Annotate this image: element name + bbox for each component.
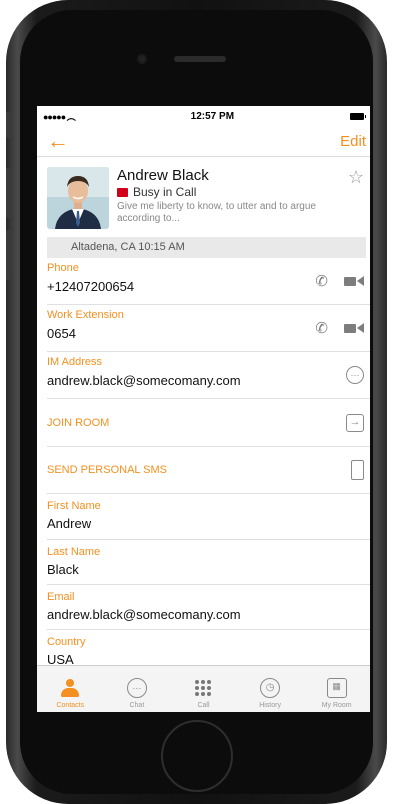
- tab-contacts[interactable]: Contacts: [37, 666, 104, 712]
- email-row[interactable]: Email andrew.black@somecomany.com: [47, 585, 370, 630]
- edit-button[interactable]: Edit: [340, 133, 366, 150]
- mute-switch: [6, 112, 12, 138]
- tab-label: Chat: [129, 702, 145, 709]
- tab-label: History: [259, 702, 281, 709]
- history-clock-icon: ◷: [260, 678, 281, 698]
- work-extension-row[interactable]: Work Extension 0654 ✆: [47, 305, 370, 352]
- last-name-value: Black: [47, 562, 79, 577]
- first-name-label: First Name: [47, 500, 101, 512]
- country-label: Country: [47, 636, 86, 648]
- first-name-row: First Name Andrew: [47, 494, 370, 540]
- tab-chat[interactable]: ··· Chat: [104, 666, 171, 712]
- phone-row[interactable]: Phone +12407200654 ✆: [47, 258, 370, 305]
- video-call-icon[interactable]: [344, 323, 364, 333]
- location-time-bar: Altadena, CA 10:15 AM: [47, 237, 366, 258]
- volume-up-button: [6, 168, 12, 218]
- email-value: andrew.black@somecomany.com: [47, 607, 241, 622]
- app-screen: ●●●●● ︵ 12:57 PM ← Edit Andrew Black Bus…: [37, 106, 370, 712]
- avatar: [47, 167, 109, 229]
- contact-name: Andrew Black: [117, 167, 209, 184]
- chat-icon: ···: [126, 678, 147, 698]
- join-room-row[interactable]: JOIN ROOM →: [47, 399, 370, 447]
- join-room-button[interactable]: JOIN ROOM: [47, 417, 109, 429]
- contact-header: Andrew Black Busy in Call Give me libert…: [37, 157, 370, 237]
- status-bar: ●●●●● ︵ 12:57 PM: [37, 106, 370, 126]
- mood-message: Give me liberty to know, to utter and to…: [117, 201, 316, 224]
- tab-my-room[interactable]: ▦ My Room: [303, 666, 370, 712]
- tab-bar: Contacts ··· Chat Call ◷ History ▦ My Ro…: [37, 665, 370, 712]
- video-call-icon[interactable]: [344, 276, 364, 286]
- im-address-value: andrew.black@somecomany.com: [47, 373, 241, 388]
- contacts-icon: [60, 678, 80, 698]
- chat-bubble-icon[interactable]: ···: [346, 366, 364, 384]
- im-address-label: IM Address: [47, 356, 103, 368]
- battery-icon: [350, 112, 366, 120]
- busy-status-icon: [117, 187, 128, 197]
- last-name-label: Last Name: [47, 546, 101, 558]
- status-time: 12:57 PM: [190, 110, 235, 122]
- last-name-row: Last Name Black: [47, 540, 370, 585]
- front-camera: [137, 54, 147, 64]
- tab-label: My Room: [321, 702, 352, 709]
- phone-call-icon[interactable]: ✆: [315, 319, 328, 337]
- sms-device-icon[interactable]: [351, 460, 364, 480]
- email-label: Email: [47, 591, 75, 603]
- tab-call[interactable]: Call: [170, 666, 237, 712]
- send-sms-button[interactable]: SEND PERSONAL SMS: [47, 464, 167, 476]
- join-room-icon[interactable]: →: [346, 413, 364, 432]
- home-button[interactable]: [161, 720, 233, 792]
- my-room-icon: ▦: [326, 678, 347, 698]
- im-address-row[interactable]: IM Address andrew.black@somecomany.com ·…: [47, 352, 370, 399]
- tab-label: Contacts: [56, 702, 85, 709]
- back-arrow-icon[interactable]: ←: [47, 130, 69, 152]
- first-name-value: Andrew: [47, 516, 92, 531]
- phone-call-icon[interactable]: ✆: [315, 272, 328, 290]
- dialpad-icon: [195, 680, 212, 696]
- volume-down-button: [6, 230, 12, 280]
- tab-history[interactable]: ◷ History: [237, 666, 304, 712]
- presence-status: Busy in Call: [133, 185, 197, 199]
- signal-icon: ●●●●● ︵: [43, 111, 76, 122]
- favorite-star-icon[interactable]: ☆: [348, 167, 364, 188]
- send-sms-row[interactable]: SEND PERSONAL SMS: [47, 447, 370, 494]
- tab-label: Call: [197, 702, 210, 709]
- earpiece-speaker: [174, 56, 226, 62]
- nav-bar: ← Edit: [37, 126, 370, 157]
